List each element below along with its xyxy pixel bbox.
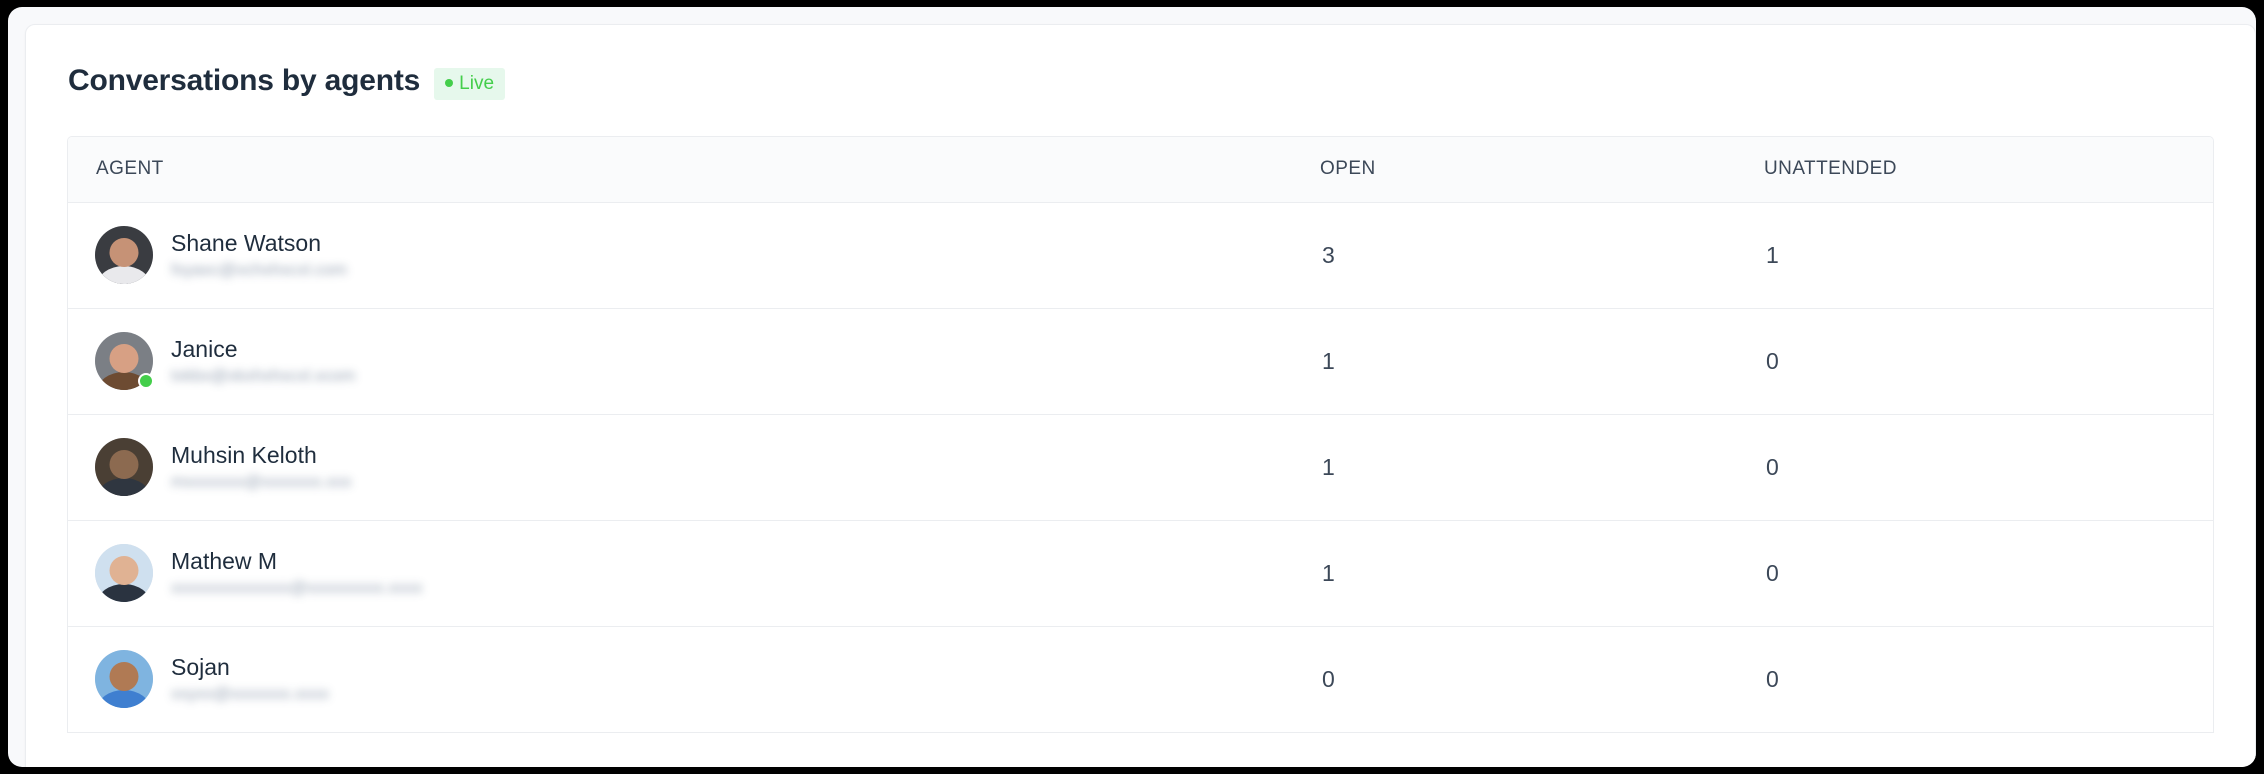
cell-agent: Mathew M xxxxxxxxxxxxxx@xxxxxxxxx.xxxx [68,520,1290,627]
unattended-count: 0 [1766,665,1779,692]
table-row[interactable]: Muhsin Keloth mxxxxxxx@xxxxxxx.xxx 1 0 [68,414,2213,521]
cell-agent: Janice txkbx@xkxhxhxcxl.xcom [68,308,1290,415]
open-count: 3 [1322,241,1335,268]
table-row[interactable]: Janice txkbx@xkxhxhxcxl.xcom 1 0 [68,308,2213,415]
table-row[interactable]: Mathew M xxxxxxxxxxxxxx@xxxxxxxxx.xxxx 1 0 [68,520,2213,627]
table-row[interactable]: Shane Watson fxyaxc@xchxhxcxl.com 3 1 [68,202,2213,309]
agent-photo-muhsin-keloth [95,438,153,497]
agent-email: mxxxxxxx@xxxxxxx.xxx [171,471,352,491]
cell-open: 1 [1290,520,1734,627]
cell-agent: Muhsin Keloth mxxxxxxx@xxxxxxx.xxx [68,414,1290,521]
agent-name: Mathew M [171,547,278,574]
status-badge: Live [434,67,506,100]
cell-agent: Sojan xxyxx@xxxxxxx.xxxx [68,626,1290,733]
cell-unattended: 0 [1734,414,2213,521]
agent-identity: Mathew M xxxxxxxxxxxxxx@xxxxxxxxx.xxxx [171,548,422,599]
open-count: 0 [1322,665,1335,692]
unattended-count: 0 [1766,347,1779,374]
agent-email: txkbx@xkxhxhxcxl.xcom [171,365,356,385]
open-count: 1 [1322,453,1335,480]
agent-email: xxyxx@xxxxxxx.xxxx [171,683,329,703]
agent-cell: Shane Watson fxyaxc@xchxhxcxl.com [68,226,1290,285]
card-header: Conversations by agents Live [26,25,2255,100]
table-body: Shane Watson fxyaxc@xchxhxcxl.com 3 1 Janice… [68,202,2213,733]
cell-agent: Shane Watson fxyaxc@xchxhxcxl.com [68,202,1290,309]
avatar [95,332,154,391]
avatar [95,650,153,709]
agent-cell: Janice txkbx@xkxhxhxcxl.xcom [68,332,1290,391]
status-badge-label: Live [459,72,495,94]
column-header-open[interactable]: OPEN [1290,136,1734,203]
table-header-row: AGENT OPEN UNATTENDED [68,136,2213,203]
online-status-icon [138,373,154,390]
table-header: AGENT OPEN UNATTENDED [68,136,2213,203]
cell-unattended: 0 [1734,308,2213,415]
cell-unattended: 1 [1734,202,2213,309]
page-surface: Conversations by agents Live AGENT OPEN … [8,7,2256,767]
page-title: Conversations by agents [68,64,421,97]
open-count: 1 [1322,347,1335,374]
avatar [95,226,153,285]
agent-identity: Sojan xxyxx@xxxxxxx.xxxx [171,654,329,705]
agent-name: Muhsin Keloth [171,441,317,468]
cell-open: 3 [1290,202,1734,309]
unattended-count: 1 [1766,241,1779,268]
agent-name: Shane Watson [171,229,322,256]
agent-email: fxyaxc@xchxhxcxl.com [171,259,347,279]
agent-photo-sojan [95,650,153,709]
open-count: 1 [1322,559,1335,586]
table-row[interactable]: Sojan xxyxx@xxxxxxx.xxxx 0 0 [68,626,2213,733]
agents-table-container: AGENT OPEN UNATTENDED Shane Watson fxyaxc… [67,135,2214,733]
agent-cell: Mathew M xxxxxxxxxxxxxx@xxxxxxxxx.xxxx [68,544,1290,603]
cell-open: 1 [1290,414,1734,521]
conversations-by-agents-card: Conversations by agents Live AGENT OPEN … [25,24,2256,767]
agent-cell: Sojan xxyxx@xxxxxxx.xxxx [68,650,1290,709]
column-header-unattended[interactable]: UNATTENDED [1734,136,2213,203]
agent-identity: Muhsin Keloth mxxxxxxx@xxxxxxx.xxx [171,442,352,493]
avatar [95,544,153,603]
agents-table: AGENT OPEN UNATTENDED Shane Watson fxyaxc… [68,136,2213,733]
agent-identity: Shane Watson fxyaxc@xchxhxcxl.com [171,230,347,281]
cell-open: 1 [1290,308,1734,415]
agent-cell: Muhsin Keloth mxxxxxxx@xxxxxxx.xxx [68,438,1290,497]
unattended-count: 0 [1766,453,1779,480]
agent-identity: Janice txkbx@xkxhxhxcxl.xcom [171,336,355,387]
cell-unattended: 0 [1734,626,2213,733]
agent-photo-shane-watson [95,226,153,285]
cell-unattended: 0 [1734,520,2213,627]
live-dot-icon [445,79,454,88]
unattended-count: 0 [1766,559,1779,586]
column-header-agent[interactable]: AGENT [68,136,1290,203]
agent-email: xxxxxxxxxxxxxx@xxxxxxxxx.xxxx [171,577,423,597]
agent-name: Sojan [171,653,230,680]
cell-open: 0 [1290,626,1734,733]
agent-name: Janice [171,335,238,362]
avatar [95,438,153,497]
agent-photo-mathew-m [95,544,153,603]
